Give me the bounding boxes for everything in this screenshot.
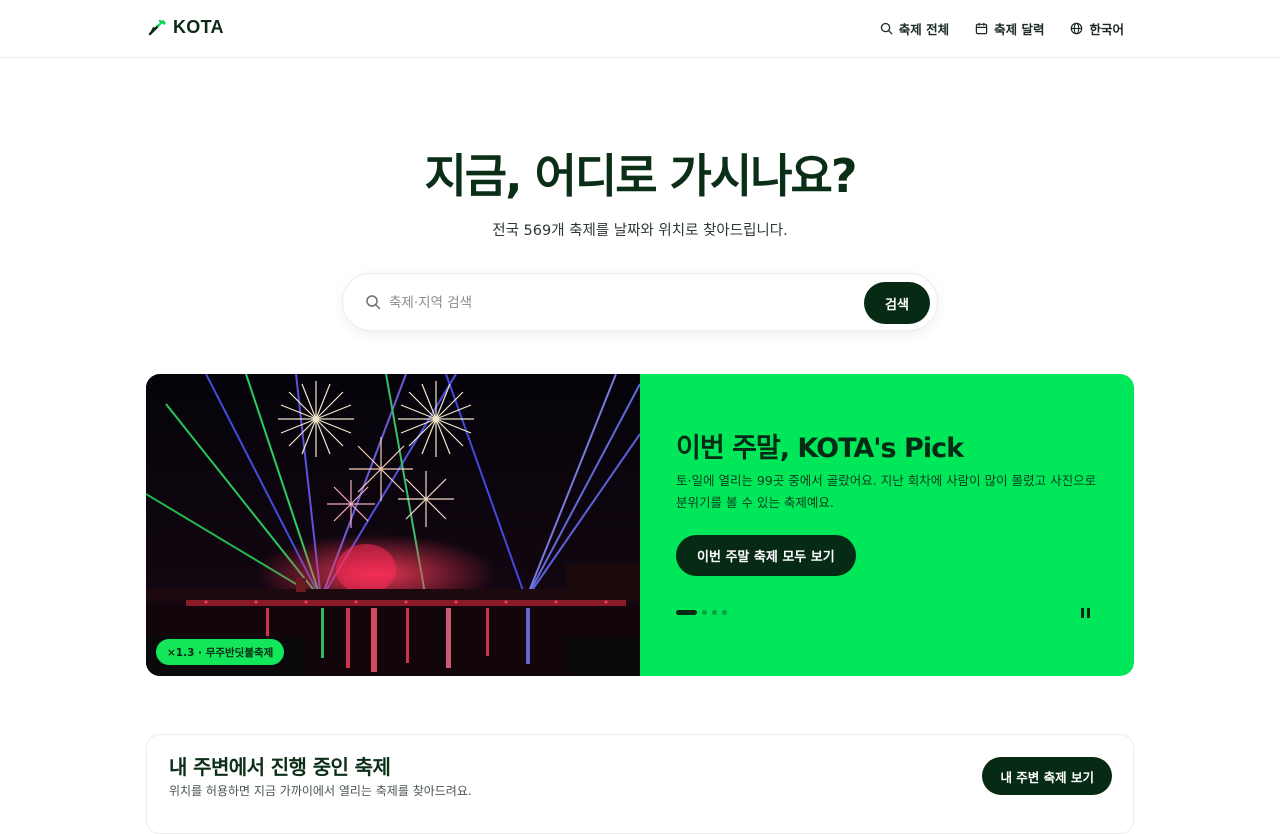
top-header: KOTA 축제 전체 축제 달력 한국어 <box>0 0 1280 58</box>
carousel-dot[interactable] <box>702 610 707 615</box>
weekend-pick-card: ×1.3 · 무주반딧불축제 이번 주말, KOTA's Pick 토·일에 열… <box>146 374 1134 676</box>
nav-language[interactable]: 한국어 <box>1070 19 1124 38</box>
pause-icon[interactable] <box>1081 608 1090 618</box>
fireworks-image <box>146 374 640 676</box>
festival-image[interactable]: ×1.3 · 무주반딧불축제 <box>146 374 640 676</box>
nav-language-label: 한국어 <box>1089 22 1124 37</box>
top-nav: 축제 전체 축제 달력 한국어 <box>880 19 1124 38</box>
weekend-pick-panel: 이번 주말, KOTA's Pick 토·일에 열리는 99곳 중에서 골랐어요… <box>640 374 1134 676</box>
nav-all-festivals[interactable]: 축제 전체 <box>880 19 949 38</box>
nav-festival-calendar-label: 축제 달력 <box>994 22 1045 37</box>
logo[interactable]: KOTA <box>147 17 224 38</box>
nearby-description: 위치를 허용하면 지금 가까이에서 열리는 축제를 찾아드려요. <box>169 784 472 798</box>
carousel-dot[interactable] <box>722 610 727 615</box>
carousel-dot[interactable] <box>712 610 717 615</box>
nav-all-festivals-label: 축제 전체 <box>898 22 950 37</box>
carousel-dots <box>676 610 727 615</box>
search-icon <box>366 295 381 310</box>
hero-title: 지금, 어디로 가시나요? <box>424 149 857 203</box>
nearby-title: 내 주변에서 진행 중인 축제 <box>169 755 391 779</box>
search-button[interactable]: 검색 <box>864 282 930 324</box>
view-weekend-festivals-button[interactable]: 이번 주말 축제 모두 보기 <box>676 535 856 576</box>
hero-subtitle: 전국 569개 축제를 날짜와 위치로 찾아드립니다. <box>492 223 788 239</box>
search-bar: 검색 <box>342 273 938 331</box>
search-icon <box>880 22 893 35</box>
nearby-festivals-card: 내 주변에서 진행 중인 축제 위치를 허용하면 지금 가까이에서 열리는 축제… <box>146 734 1134 834</box>
weekend-pick-description: 토·일에 열리는 99곳 중에서 골랐어요. 지난 회차에 사람이 많이 몰렸고… <box>676 473 1097 510</box>
carousel-dot[interactable] <box>676 610 697 615</box>
nav-festival-calendar[interactable]: 축제 달력 <box>975 19 1044 38</box>
search-input[interactable] <box>389 288 859 318</box>
globe-icon <box>1071 22 1083 35</box>
calendar-icon <box>975 22 988 35</box>
view-nearby-festivals-button[interactable]: 내 주변 축제 보기 <box>982 757 1112 795</box>
logo-mark-icon <box>148 19 166 35</box>
logo-text: KOTA <box>173 17 224 37</box>
weekend-pick-title: 이번 주말, KOTA's Pick <box>676 433 964 464</box>
image-caption-tag: ×1.3 · 무주반딧불축제 <box>156 639 285 665</box>
